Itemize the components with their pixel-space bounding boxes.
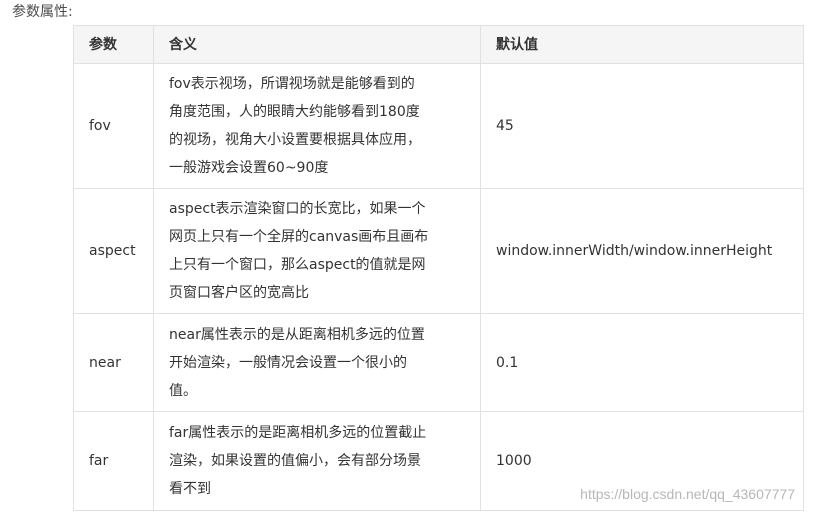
description-line: 一般游戏会设置60~90度 (169, 160, 329, 176)
description-line: 页窗口客户区的宽高比 (169, 285, 309, 301)
params-table: 参数 含义 默认值 fov fov表示视场，所谓视场就是能够看到的 角度范围，人… (73, 25, 804, 511)
param-cell: aspect (73, 188, 154, 314)
default-cell: 0.1 (480, 313, 804, 412)
description-line: fov表示视场，所谓视场就是能够看到的 (169, 76, 415, 92)
table-row-aspect: aspect aspect表示渲染窗口的长宽比，如果一个 网页上只有一个全屏的c… (73, 188, 804, 314)
description-line: near属性表示的是从距离相机多远的位置 (169, 326, 425, 343)
default-cell: window.innerWidth/window.innerHeight (480, 188, 804, 314)
header-default: 默认值 (480, 25, 804, 64)
description-line: 的视场，视角大小设置要根据具体应用， (169, 132, 421, 148)
watermark: https://blog.csdn.net/qq_43607777 (580, 486, 795, 502)
description-line: 值。 (169, 382, 197, 399)
table-row-near: near near属性表示的是从距离相机多远的位置 开始渲染，一般情况会设置一个… (73, 313, 804, 412)
description-cell: aspect表示渲染窗口的长宽比，如果一个 网页上只有一个全屏的canvas画布… (153, 188, 481, 314)
description-cell: near属性表示的是从距离相机多远的位置 开始渲染，一般情况会设置一个很小的 值… (153, 313, 481, 412)
param-cell: fov (73, 63, 154, 189)
description-line: aspect表示渲染窗口的长宽比，如果一个 (169, 201, 426, 217)
page: 参数属性: 参数 含义 默认值 fov fov表示视场，所谓视场就是能够看到的 … (0, 0, 821, 514)
param-cell: near (73, 313, 154, 412)
table-row-fov: fov fov表示视场，所谓视场就是能够看到的 角度范围，人的眼睛大约能够看到1… (73, 63, 804, 189)
param-cell: far (73, 411, 154, 511)
description-line: far属性表示的是距离相机多远的位置截止 (169, 425, 427, 441)
description-line: 看不到 (169, 481, 211, 497)
description-line: 渲染，如果设置的值偏小，会有部分场景 (169, 453, 421, 469)
description-line: 上只有一个窗口，那么aspect的值就是网 (169, 257, 426, 273)
default-cell: 45 (480, 63, 804, 189)
header-meaning: 含义 (153, 25, 481, 64)
description-line: 网页上只有一个全屏的canvas画布且画布 (169, 229, 429, 245)
table-header-row: 参数 含义 默认值 (73, 25, 804, 64)
description-line: 开始渲染，一般情况会设置一个很小的 (169, 354, 407, 371)
description-cell: far属性表示的是距离相机多远的位置截止 渲染，如果设置的值偏小，会有部分场景 … (153, 411, 481, 511)
description-cell: fov表示视场，所谓视场就是能够看到的 角度范围，人的眼睛大约能够看到180度 … (153, 63, 481, 189)
description-line: 角度范围，人的眼睛大约能够看到180度 (169, 104, 420, 120)
section-label: 参数属性: (12, 4, 73, 20)
header-param: 参数 (73, 25, 154, 64)
